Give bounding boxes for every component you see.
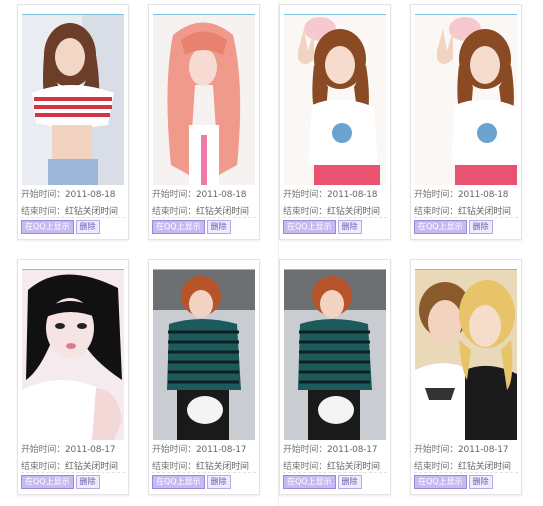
divider [283, 472, 387, 473]
avatar-card: 开始时间：2011-08-18 结束时间：红钻关闭时间 在QQ上显示 删除 [279, 4, 391, 240]
start-time: 开始时间：2011-08-17 [414, 445, 509, 455]
divider [152, 472, 256, 473]
delete-button[interactable]: 删除 [468, 220, 493, 234]
avatar-thumbnail[interactable] [284, 269, 386, 440]
divider [152, 217, 256, 218]
divider [414, 472, 518, 473]
start-time: 开始时间：2011-08-17 [21, 445, 116, 455]
show-on-qq-button[interactable]: 在QQ上显示 [152, 475, 205, 489]
start-time: 开始时间：2011-08-18 [414, 190, 509, 200]
delete-button[interactable]: 删除 [75, 220, 100, 234]
avatar-thumbnail[interactable] [284, 14, 386, 185]
avatar-card: 开始时间：2011-08-18 结束时间：红钻关闭时间 在QQ上显示 删除 [148, 4, 260, 240]
divider [414, 217, 518, 218]
end-time: 结束时间：红钻关闭时间 [21, 462, 118, 472]
girl-peace-sign-image [284, 15, 386, 185]
boy-striped-sweater-image [284, 270, 386, 440]
avatar-thumbnail[interactable] [153, 269, 255, 440]
start-time: 开始时间：2011-08-18 [283, 190, 378, 200]
show-on-qq-button[interactable]: 在QQ上显示 [21, 220, 74, 234]
end-time: 结束时间：红钻关闭时间 [21, 207, 118, 217]
girl-striped-top-image [22, 15, 124, 185]
avatar-thumbnail[interactable] [22, 14, 124, 185]
girl-black-hair-closeup-image [22, 270, 124, 440]
avatar-card: 开始时间：2011-08-18 结束时间：红钻关闭时间 在QQ上显示 删除 [17, 4, 129, 240]
avatar-card: 开始时间：2011-08-17 结束时间：红钻关闭时间 在QQ上显示 删除 [279, 259, 391, 495]
boy-striped-sweater-image [153, 270, 255, 440]
avatar-thumbnail[interactable] [415, 14, 517, 185]
avatar-card: 开始时间：2011-08-17 结束时间：红钻关闭时间 在QQ上显示 删除 [17, 259, 129, 495]
show-on-qq-button[interactable]: 在QQ上显示 [283, 475, 336, 489]
delete-button[interactable]: 删除 [206, 475, 231, 489]
show-on-qq-button[interactable]: 在QQ上显示 [414, 220, 467, 234]
delete-button[interactable]: 删除 [75, 475, 100, 489]
girl-peace-sign-image [415, 15, 517, 185]
avatar-card: 开始时间：2011-08-17 结束时间：红钻关闭时间 在QQ上显示 删除 [148, 259, 260, 495]
avatar-grid: 开始时间：2011-08-18 结束时间：红钻关闭时间 在QQ上显示 删除 开始时… [0, 0, 543, 506]
divider [21, 472, 125, 473]
end-time: 结束时间：红钻关闭时间 [152, 462, 249, 472]
couple-selfie-image [415, 270, 517, 440]
end-time: 结束时间：红钻关闭时间 [414, 207, 511, 217]
end-time: 结束时间：红钻关闭时间 [414, 462, 511, 472]
delete-button[interactable]: 删除 [337, 475, 362, 489]
avatar-thumbnail[interactable] [153, 14, 255, 185]
end-time: 结束时间：红钻关闭时间 [283, 462, 380, 472]
show-on-qq-button[interactable]: 在QQ上显示 [283, 220, 336, 234]
show-on-qq-button[interactable]: 在QQ上显示 [21, 475, 74, 489]
avatar-thumbnail[interactable] [415, 269, 517, 440]
start-time: 开始时间：2011-08-18 [21, 190, 116, 200]
end-time: 结束时间：红钻关闭时间 [283, 207, 380, 217]
avatar-card: 开始时间：2011-08-18 结束时间：红钻关闭时间 在QQ上显示 删除 [410, 4, 522, 240]
start-time: 开始时间：2011-08-17 [283, 445, 378, 455]
avatar-thumbnail[interactable] [22, 269, 124, 440]
start-time: 开始时间：2011-08-17 [152, 445, 247, 455]
divider [283, 217, 387, 218]
delete-button[interactable]: 删除 [206, 220, 231, 234]
end-time: 结束时间：红钻关闭时间 [152, 207, 249, 217]
show-on-qq-button[interactable]: 在QQ上显示 [414, 475, 467, 489]
start-time: 开始时间：2011-08-18 [152, 190, 247, 200]
delete-button[interactable]: 删除 [337, 220, 362, 234]
girl-pink-hair-image [153, 15, 255, 185]
delete-button[interactable]: 删除 [468, 475, 493, 489]
divider [21, 217, 125, 218]
show-on-qq-button[interactable]: 在QQ上显示 [152, 220, 205, 234]
avatar-card: 开始时间：2011-08-17 结束时间：红钻关闭时间 在QQ上显示 删除 [410, 259, 522, 495]
